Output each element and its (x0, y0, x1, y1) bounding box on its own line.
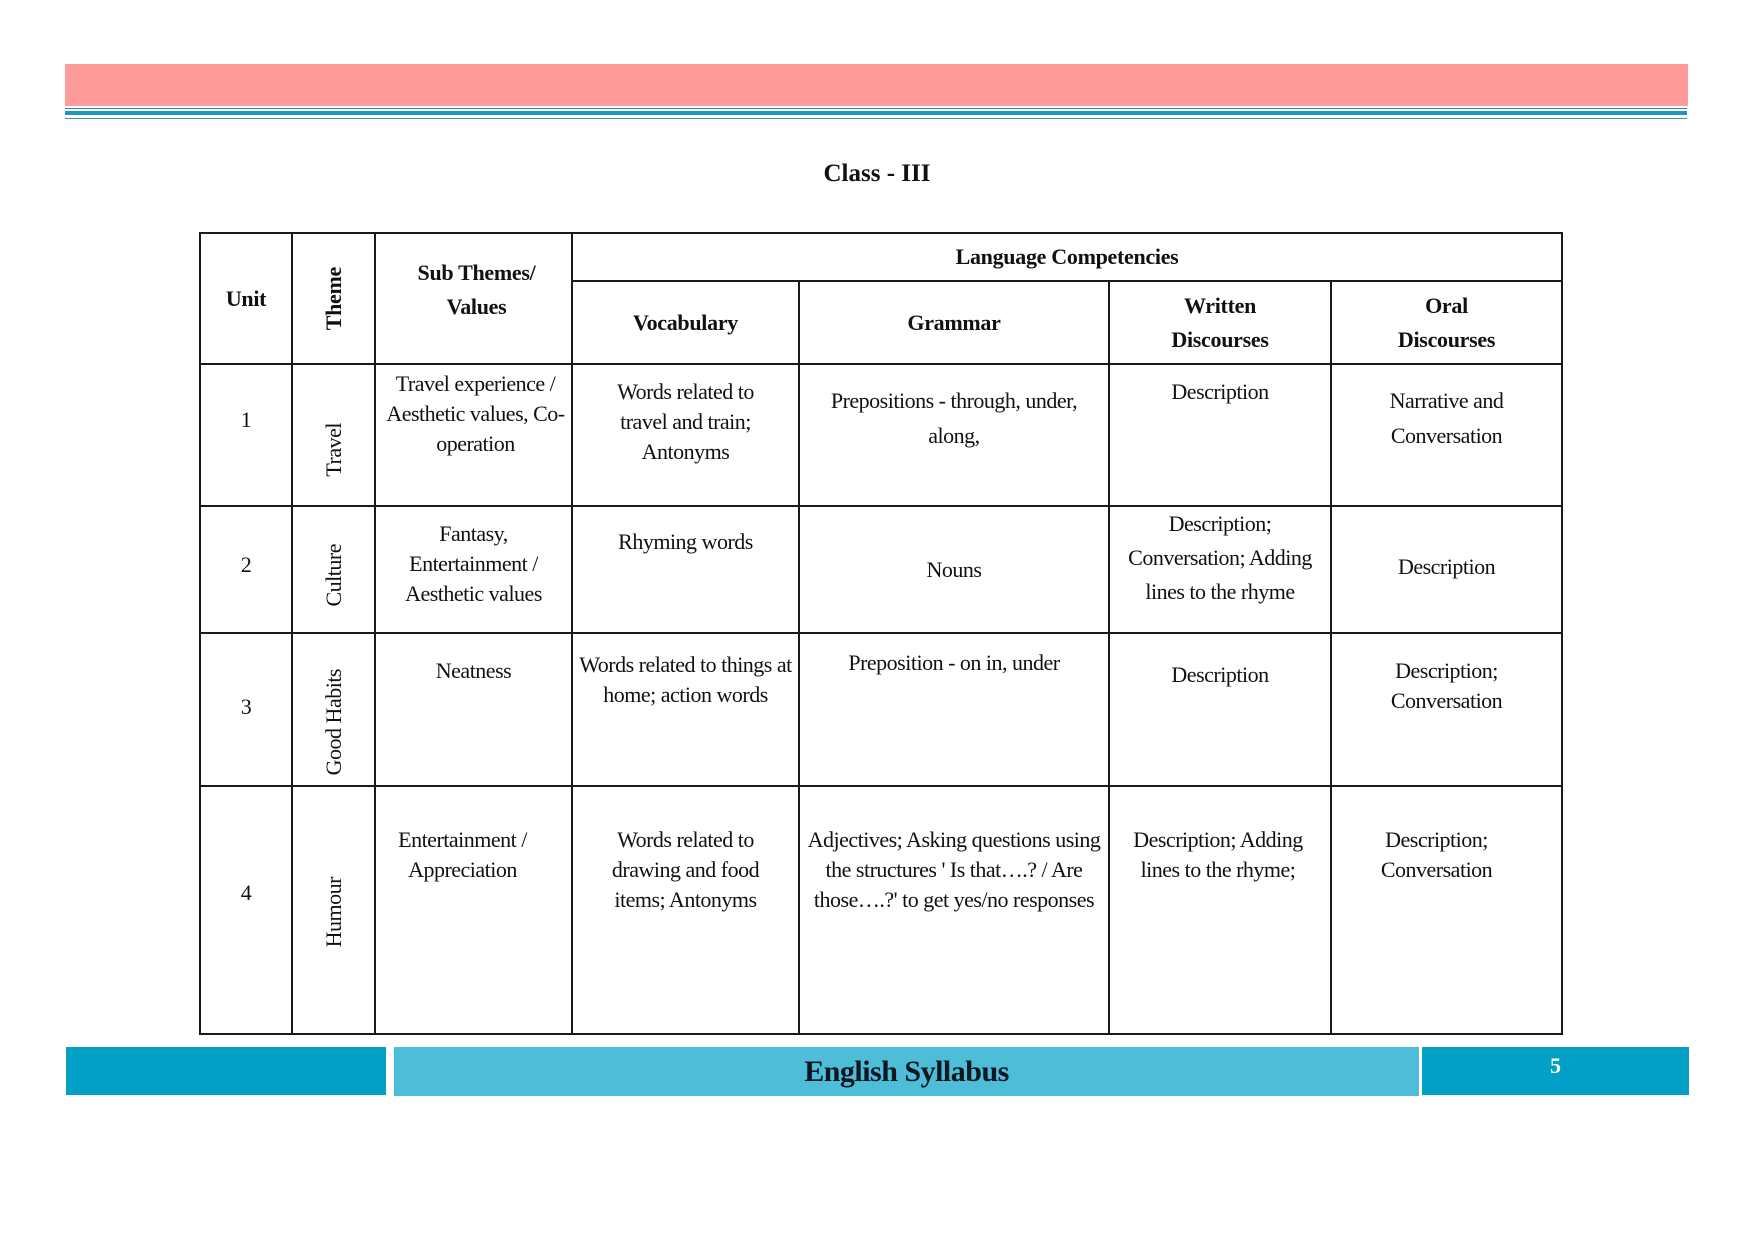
header-row-1: Unit Theme Sub Themes/ Values Language C… (199, 232, 1564, 365)
header-rule-top (65, 108, 1687, 109)
header-band (65, 64, 1688, 106)
grammar-cell: Preposition - on in, under (798, 632, 1110, 787)
sub-themes-cell: Fantasy, Entertainment / Aesthetic value… (374, 505, 573, 634)
unit-cell: 1 (199, 363, 293, 507)
vocabulary-cell: Rhyming words (571, 505, 800, 634)
table-row: 2 Culture Fantasy, Entertainment / Aesth… (199, 505, 1564, 634)
vocabulary-cell: Words related to drawing and food items;… (571, 785, 800, 1035)
header-rule-thick (65, 111, 1687, 115)
syllabus-table: Unit Theme Sub Themes/ Values Language C… (199, 232, 1564, 1035)
table-row: 4 Humour Entertainment / Appreciation Wo… (199, 785, 1564, 1035)
header-language-competencies: Language Competencies (570, 232, 1564, 282)
header-grammar: Grammar (798, 280, 1110, 365)
theme-cell: Travel (291, 363, 376, 507)
sub-themes-cell: Entertainment / Appreciation (374, 785, 573, 1035)
theme-label: Culture (320, 543, 346, 607)
grammar-cell: Nouns (798, 505, 1110, 634)
header-unit: Unit (199, 232, 293, 365)
written-cell: Description (1108, 632, 1332, 787)
header-theme-label: Theme (320, 266, 346, 331)
oral-cell: Narrative and Conversation (1329, 363, 1564, 507)
unit-cell: 3 (199, 632, 293, 787)
table-row: 1 Travel Travel experience / Aesthetic v… (199, 363, 1564, 507)
written-cell: Description; Conversation; Adding lines … (1108, 505, 1332, 634)
header-theme: Theme (291, 232, 376, 365)
theme-label: Humour (320, 876, 346, 947)
page-title: Class - III (823, 160, 931, 187)
oral-cell: Description; Conversation (1329, 632, 1564, 787)
theme-label: Travel (320, 423, 346, 477)
sub-themes-cell: Travel experience / Aesthetic values, Co… (374, 363, 573, 507)
header-sub-themes: Sub Themes/ Values (374, 232, 573, 365)
header-rule-bottom (65, 118, 1687, 119)
page-number: 5 (1422, 1047, 1689, 1095)
footer-left-band (66, 1047, 386, 1095)
theme-cell: Humour (291, 785, 376, 1035)
vocabulary-cell: Words related to travel and train; Anton… (571, 363, 800, 507)
unit-cell: 2 (199, 505, 293, 634)
unit-cell: 4 (199, 785, 293, 1035)
oral-cell: Description; Conversation (1329, 785, 1564, 1035)
sub-themes-cell: Neatness (374, 632, 573, 787)
theme-cell: Good Habits (291, 632, 376, 787)
footer-title: English Syllabus (394, 1047, 1419, 1096)
theme-label: Good Habits (320, 668, 346, 775)
header-written-discourses: Written Discourses (1108, 280, 1332, 365)
vocabulary-cell: Words related to things at home; action … (571, 632, 800, 787)
header-vocabulary: Vocabulary (571, 280, 800, 365)
grammar-cell: Adjectives; Asking questions using the s… (798, 785, 1110, 1035)
written-cell: Description; Adding lines to the rhyme; (1108, 785, 1332, 1035)
written-cell: Description (1108, 363, 1332, 507)
theme-cell: Culture (291, 505, 376, 634)
table-row: 3 Good Habits Neatness Words related to … (199, 632, 1564, 787)
oral-cell: Description (1329, 505, 1564, 634)
grammar-cell: Prepositions - through, under, along, (798, 363, 1110, 507)
header-oral-discourses: Oral Discourses (1329, 280, 1564, 365)
